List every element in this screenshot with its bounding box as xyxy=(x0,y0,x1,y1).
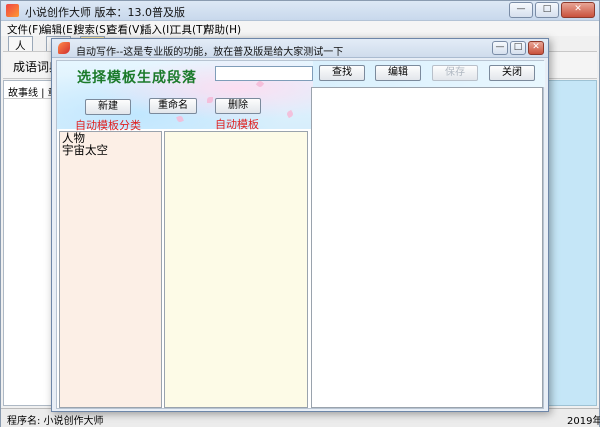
main-title-bar: 小说创作大师 版本：13.0普及版 — □ ✕ xyxy=(1,1,599,21)
delete-category-button[interactable]: 删除 xyxy=(215,98,261,114)
generated-text-area[interactable] xyxy=(311,87,543,408)
main-window-title: 小说创作大师 版本：13.0普及版 xyxy=(25,6,185,19)
menu-tools[interactable]: 工具(T) xyxy=(171,22,207,37)
menu-insert[interactable]: 插入(I) xyxy=(141,22,173,37)
dialog-body: 选择模板生成段落 查找 编辑 保存 关闭 新建 重命名 删除 自动模板分类 自动… xyxy=(56,60,545,409)
rename-category-button[interactable]: 重命名 xyxy=(149,98,197,114)
menu-search[interactable]: 搜索(S) xyxy=(74,22,110,37)
petal-decoration xyxy=(255,79,265,89)
petal-decoration xyxy=(285,109,295,119)
find-button[interactable]: 查找 xyxy=(319,65,365,81)
status-year: 2019年 xyxy=(567,416,600,427)
template-search-input[interactable] xyxy=(215,66,313,81)
auto-writing-dialog: 自动写作--这是专业版的功能，放在普及版是给大家测试一下 — □ ✕ 选择模板生… xyxy=(51,38,549,412)
app-icon xyxy=(6,4,19,17)
story-outline-header[interactable]: 故事线 | 章 xyxy=(4,81,58,99)
status-program-name: 程序名: 小说创作大师 xyxy=(7,416,104,427)
petal-decoration xyxy=(176,115,184,123)
dialog-app-icon xyxy=(58,42,70,54)
dialog-maximize-button[interactable]: □ xyxy=(510,41,526,55)
menu-bar: 文件(F) 编辑(E) 搜索(S) 查看(V) 插入(I) 工具(T) 帮助(H… xyxy=(1,21,599,36)
template-list-label: 自动模板 xyxy=(215,118,259,131)
close-button[interactable]: ✕ xyxy=(561,2,595,18)
template-list[interactable] xyxy=(164,131,308,408)
save-button[interactable]: 保存 xyxy=(432,65,478,81)
menu-help[interactable]: 帮助(H) xyxy=(204,22,241,37)
dialog-heading: 选择模板生成段落 xyxy=(77,70,197,86)
dialog-title-bar: 自动写作--这是专业版的功能，放在普及版是给大家测试一下 — □ ✕ xyxy=(52,39,548,58)
menu-file[interactable]: 文件(F) xyxy=(7,22,42,37)
dialog-minimize-button[interactable]: — xyxy=(492,41,508,55)
list-item[interactable]: 宇宙太空 xyxy=(60,144,161,156)
petal-decoration xyxy=(207,97,213,103)
maximize-button[interactable]: □ xyxy=(535,2,559,18)
edit-button[interactable]: 编辑 xyxy=(375,65,421,81)
dialog-title: 自动写作--这是专业版的功能，放在普及版是给大家测试一下 xyxy=(76,47,344,58)
menu-view[interactable]: 查看(V) xyxy=(107,22,143,37)
minimize-button[interactable]: — xyxy=(509,2,533,18)
close-dialog-button[interactable]: 关闭 xyxy=(489,65,535,81)
tab-characters[interactable]: 人物 xyxy=(8,36,33,67)
category-list[interactable]: 人物 宇宙太空 xyxy=(59,131,162,408)
menu-edit[interactable]: 编辑(E) xyxy=(41,22,77,37)
dialog-close-button[interactable]: ✕ xyxy=(528,41,544,55)
new-category-button[interactable]: 新建 xyxy=(85,99,131,115)
editor-side-panel xyxy=(547,80,597,406)
